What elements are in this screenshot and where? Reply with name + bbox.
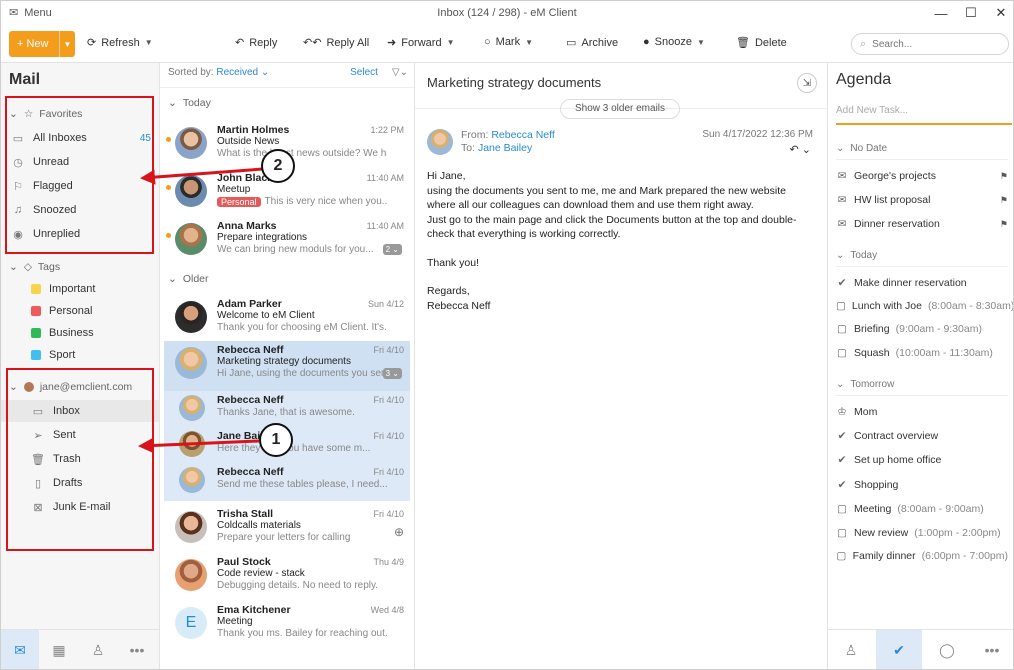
annotation-arrow-1: [138, 437, 260, 453]
annotation-arrow-2: [140, 167, 264, 185]
annotation-arrows: [138, 167, 264, 453]
callout-1: 1: [259, 423, 293, 457]
callout-2: 2: [261, 149, 295, 183]
